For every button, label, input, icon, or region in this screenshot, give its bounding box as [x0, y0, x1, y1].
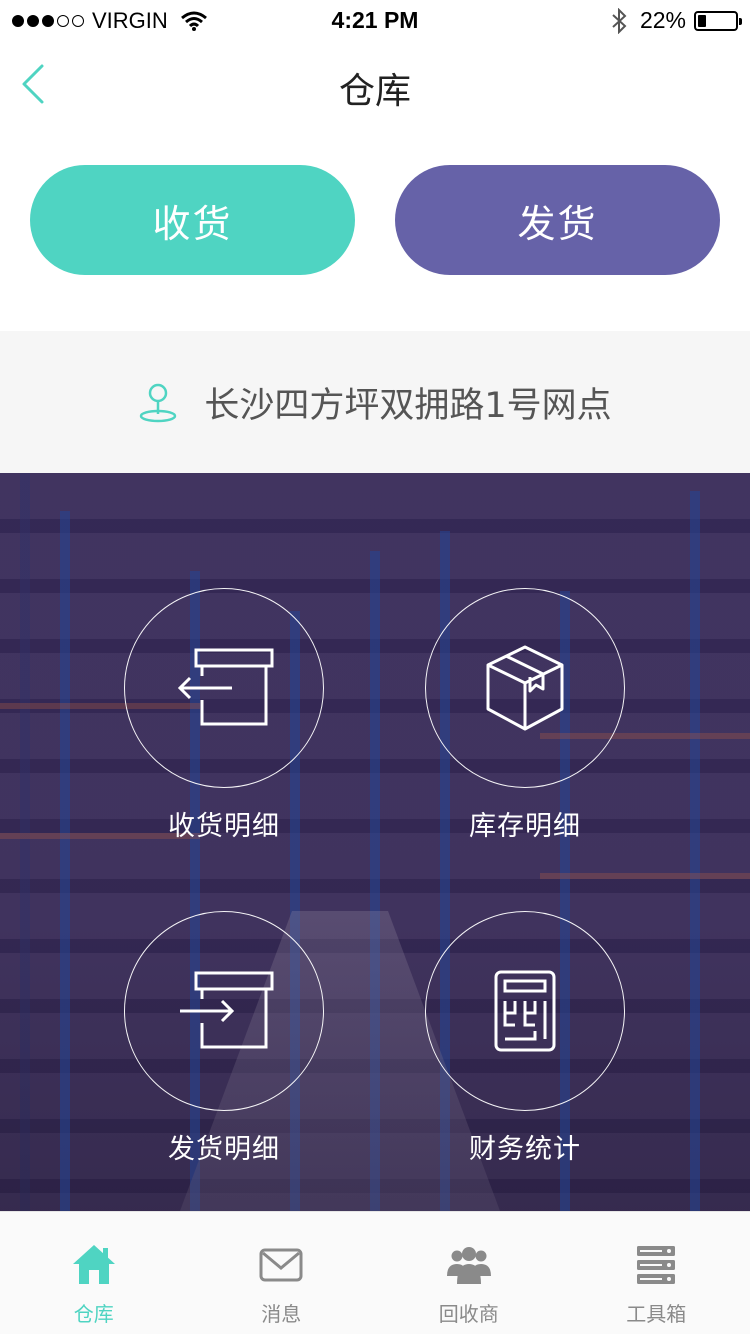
- ship-button[interactable]: 发货: [395, 165, 720, 275]
- nav-bar: 仓库: [0, 40, 750, 130]
- tile-label: 库存明细: [469, 811, 581, 842]
- box-arrow-out-icon: [180, 971, 274, 1049]
- location-bar[interactable]: 长沙四方坪双拥路1号网点: [0, 331, 750, 473]
- tab-recyclers[interactable]: 回收商: [375, 1212, 563, 1334]
- home-icon: [72, 1245, 115, 1284]
- tile-label: 发货明细: [168, 1134, 280, 1165]
- tab-label: 回收商: [438, 1302, 499, 1326]
- users-icon: [446, 1247, 491, 1284]
- package-icon: [486, 645, 564, 731]
- tile-circle: [124, 911, 324, 1111]
- tile-circle: [124, 588, 324, 788]
- background-rack: [690, 491, 700, 1211]
- tab-label: 消息: [261, 1302, 302, 1326]
- battery-percent: 22%: [639, 7, 686, 33]
- tab-label: 仓库: [73, 1302, 114, 1326]
- receive-details-tile[interactable]: 收货明细: [124, 588, 324, 843]
- location-text: 长沙四方坪双拥路1号网点: [204, 385, 612, 426]
- action-buttons: 收货 发货: [0, 165, 750, 277]
- server-icon: [637, 1246, 676, 1284]
- tab-toolbox[interactable]: 工具箱: [563, 1212, 750, 1334]
- page-title: 仓库: [338, 71, 411, 112]
- tile-label: 收货明细: [168, 811, 280, 842]
- tab-warehouse[interactable]: 仓库: [0, 1212, 188, 1334]
- status-right: 22%: [610, 7, 742, 34]
- tab-messages[interactable]: 消息: [188, 1212, 376, 1334]
- tab-label: 工具箱: [626, 1302, 687, 1326]
- tile-circle: [425, 588, 625, 788]
- receive-button[interactable]: 收货: [30, 165, 355, 275]
- calculator-icon: [494, 970, 556, 1052]
- mail-icon: [259, 1248, 303, 1282]
- finance-stats-tile[interactable]: 财务统计: [425, 911, 625, 1166]
- battery-icon: [694, 10, 742, 31]
- inventory-details-tile[interactable]: 库存明细: [425, 588, 625, 843]
- tile-circle: [425, 911, 625, 1111]
- status-bar: VIRGIN 4:21 PM 22%: [0, 0, 750, 40]
- bluetooth-icon: [612, 7, 627, 34]
- tab-bar: 仓库 消息 回收商 工具箱: [0, 1211, 750, 1334]
- background-rack: [60, 511, 70, 1211]
- warehouse-panel: 收货明细 库存明细 发货明细 财务统计: [0, 473, 750, 1211]
- background-shelf: [540, 873, 750, 879]
- tile-label: 财务统计: [469, 1134, 581, 1165]
- map-pin-icon: [140, 383, 177, 423]
- ship-details-tile[interactable]: 发货明细: [124, 911, 324, 1166]
- box-arrow-in-icon: [177, 648, 274, 726]
